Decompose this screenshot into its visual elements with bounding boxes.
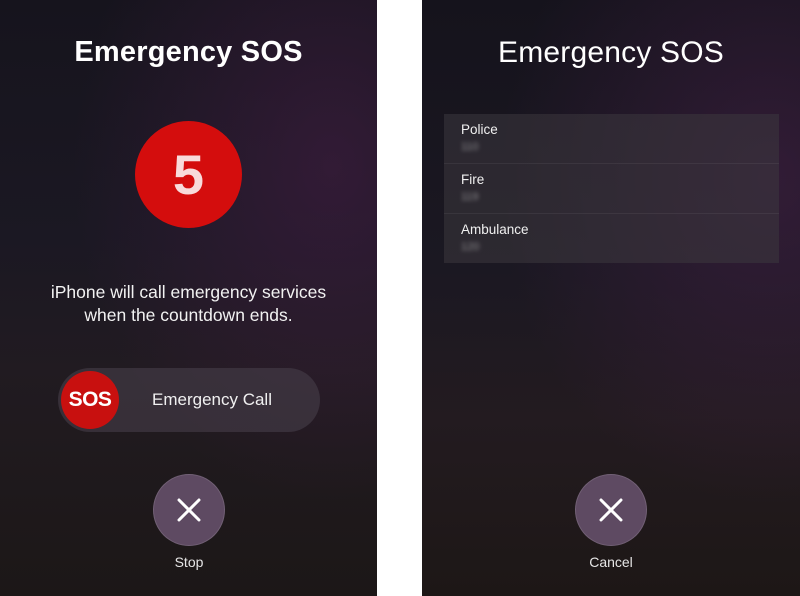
slider-label: Emergency Call bbox=[152, 390, 272, 409]
service-number: 110 bbox=[461, 141, 479, 153]
stop-label: Stop bbox=[174, 554, 204, 570]
sos-slider-knob[interactable]: SOS bbox=[61, 371, 119, 429]
cancel-button[interactable] bbox=[575, 474, 647, 546]
emergency-call-slider[interactable]: SOS Emergency Call bbox=[58, 368, 320, 432]
page-title: Emergency SOS bbox=[497, 36, 725, 69]
service-row-ambulance[interactable]: Ambulance 120 bbox=[444, 214, 779, 263]
message-line-1: iPhone will call emergency services bbox=[50, 282, 327, 302]
close-icon bbox=[599, 498, 623, 522]
stop-button[interactable] bbox=[153, 474, 225, 546]
countdown-number: 5 bbox=[172, 142, 205, 206]
countdown-message: iPhone will call emergency services when… bbox=[0, 281, 377, 327]
service-number: 120 bbox=[461, 241, 480, 253]
close-icon bbox=[177, 498, 201, 522]
service-number: 119 bbox=[461, 191, 479, 203]
service-row-fire[interactable]: Fire 119 bbox=[444, 164, 779, 214]
page-title: Emergency SOS bbox=[74, 36, 303, 68]
sos-countdown-screen: Emergency SOS 5 iPhone will call emergen… bbox=[0, 0, 377, 596]
service-label: Police bbox=[461, 122, 498, 137]
cancel-label: Cancel bbox=[589, 554, 633, 570]
service-label: Ambulance bbox=[461, 222, 529, 237]
countdown-circle: 5 bbox=[135, 121, 242, 228]
service-row-police[interactable]: Police 110 bbox=[444, 114, 779, 164]
service-label: Fire bbox=[461, 172, 485, 187]
message-line-2: when the countdown ends. bbox=[84, 305, 293, 325]
emergency-services-screen: Emergency SOS Police 110 Fire 119 Ambula… bbox=[422, 0, 800, 596]
services-list: Police 110 Fire 119 Ambulance 120 bbox=[444, 114, 779, 263]
comparison-canvas: Emergency SOS 5 iPhone will call emergen… bbox=[0, 0, 800, 596]
